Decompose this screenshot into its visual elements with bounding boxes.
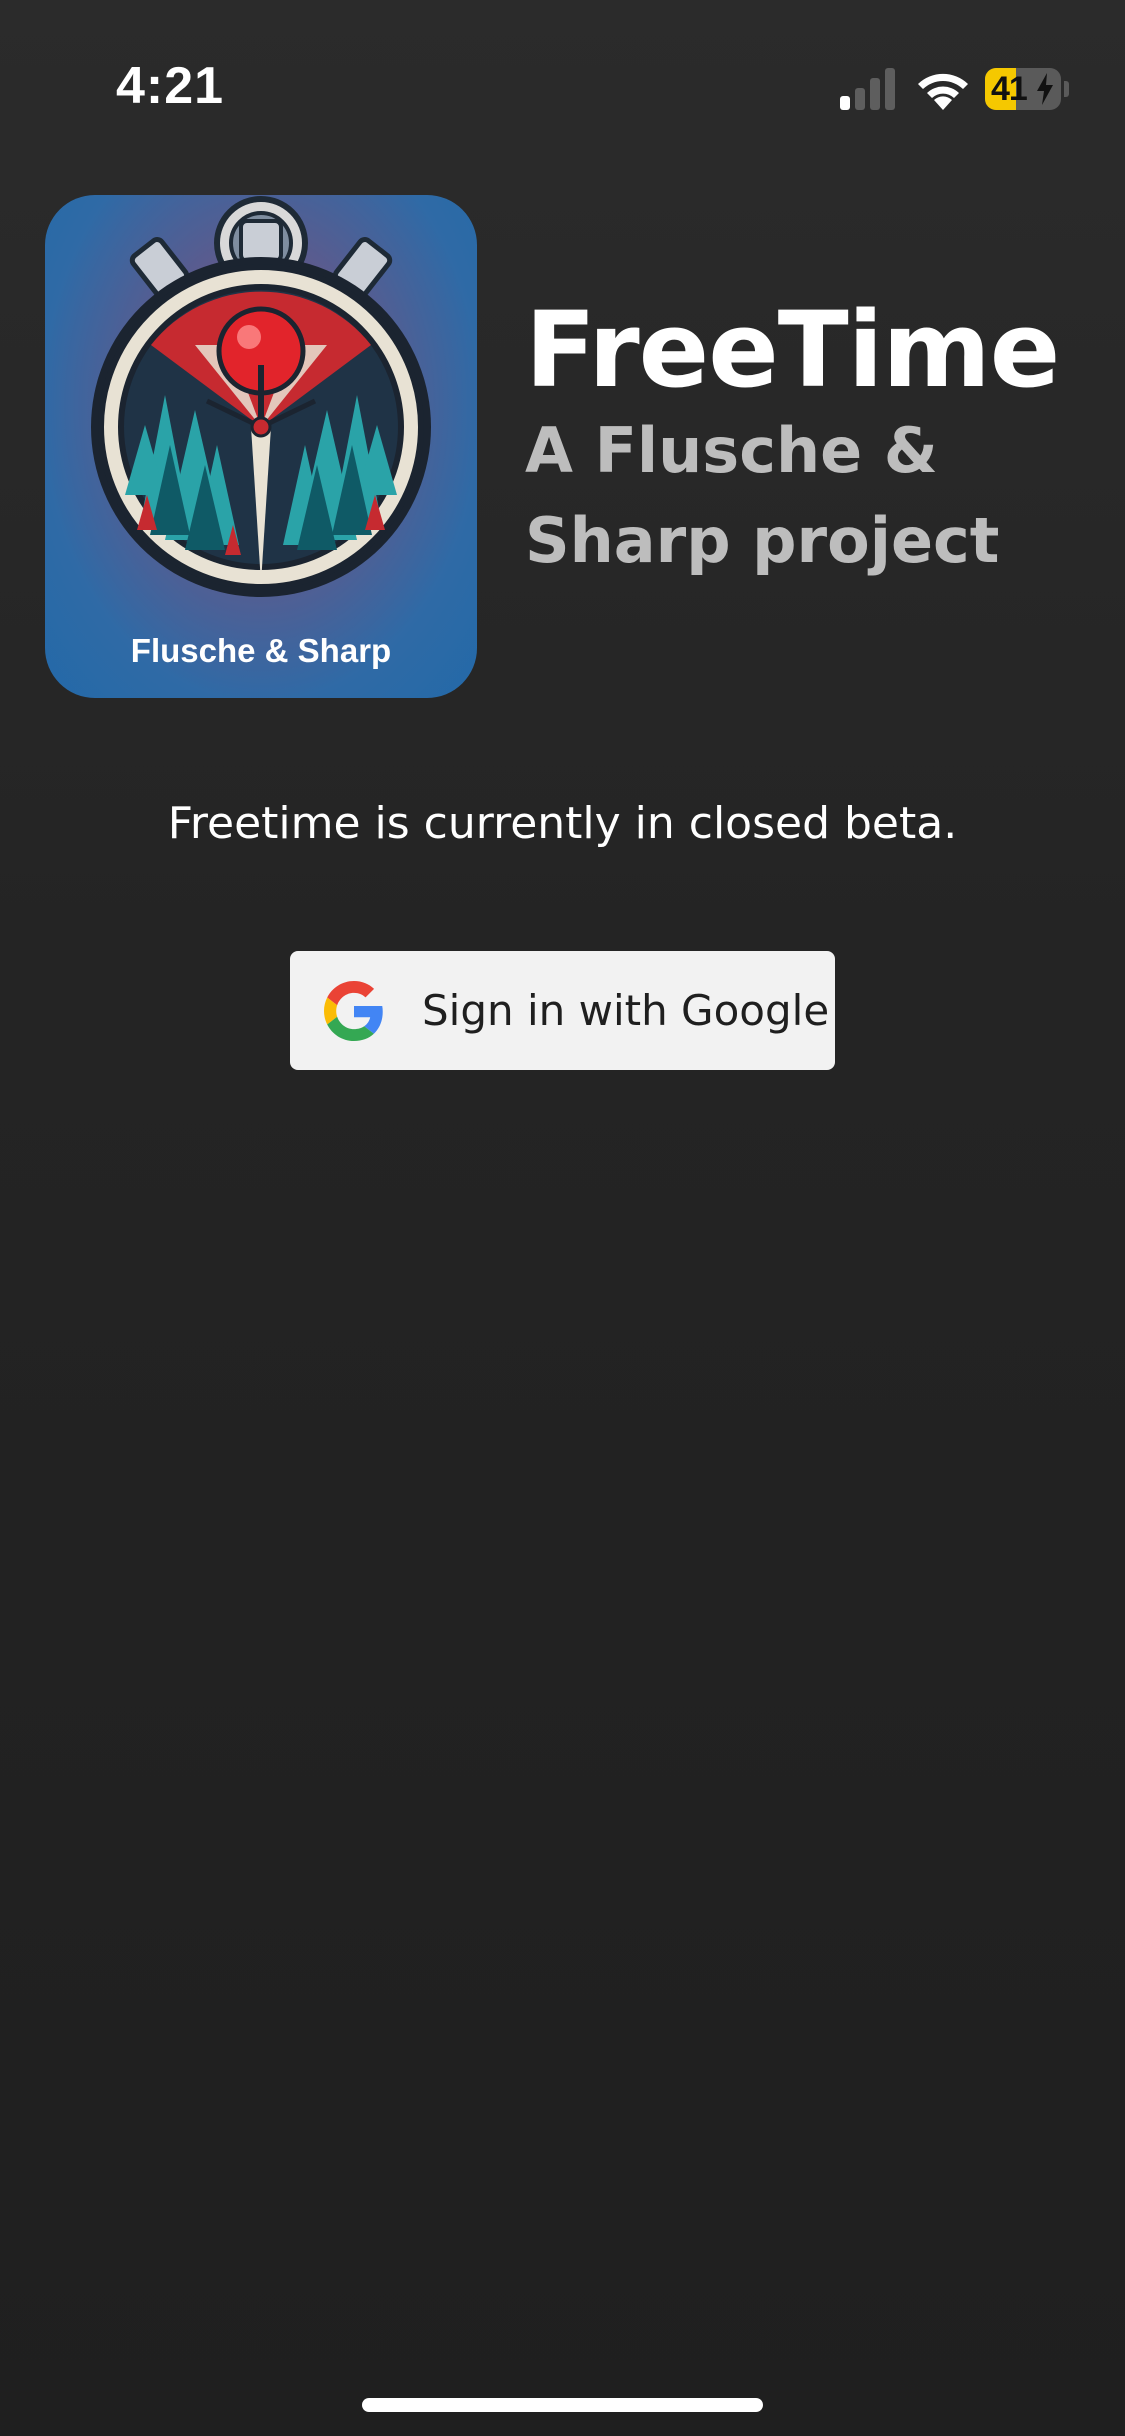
battery-body: 41 [985,68,1061,110]
stopwatch-forest-logo [91,196,431,597]
app-logo: Flusche & Sharp [45,195,477,698]
status-bar: 4:21 41 [0,0,1125,150]
title-block: FreeTime A Flusche & Sharp project [525,290,1115,586]
app-subtitle-line2: Sharp project [525,504,1000,577]
app-subtitle-line1: A Flusche & [525,414,938,487]
app-title: FreeTime [525,289,1060,411]
beta-notice: Freetime is currently in closed beta. [167,798,958,849]
google-g-icon [324,981,383,1041]
app-subtitle: A Flusche & Sharp project [525,406,1115,586]
sign-in-with-google-button[interactable]: Sign in with Google [290,951,835,1070]
status-time: 4:21 [116,57,225,115]
sign-in-with-google-label: Sign in with Google [422,986,830,1035]
battery-charging-icon: 41 [985,68,1069,110]
bolt-icon [1037,73,1053,105]
battery-level-text: 41 [991,70,1028,108]
wifi-icon [918,73,968,110]
home-indicator[interactable] [362,2398,763,2412]
logo-caption: Flusche & Sharp [130,632,392,669]
cellular-signal-icon [840,68,895,110]
battery-nub [1064,81,1069,97]
